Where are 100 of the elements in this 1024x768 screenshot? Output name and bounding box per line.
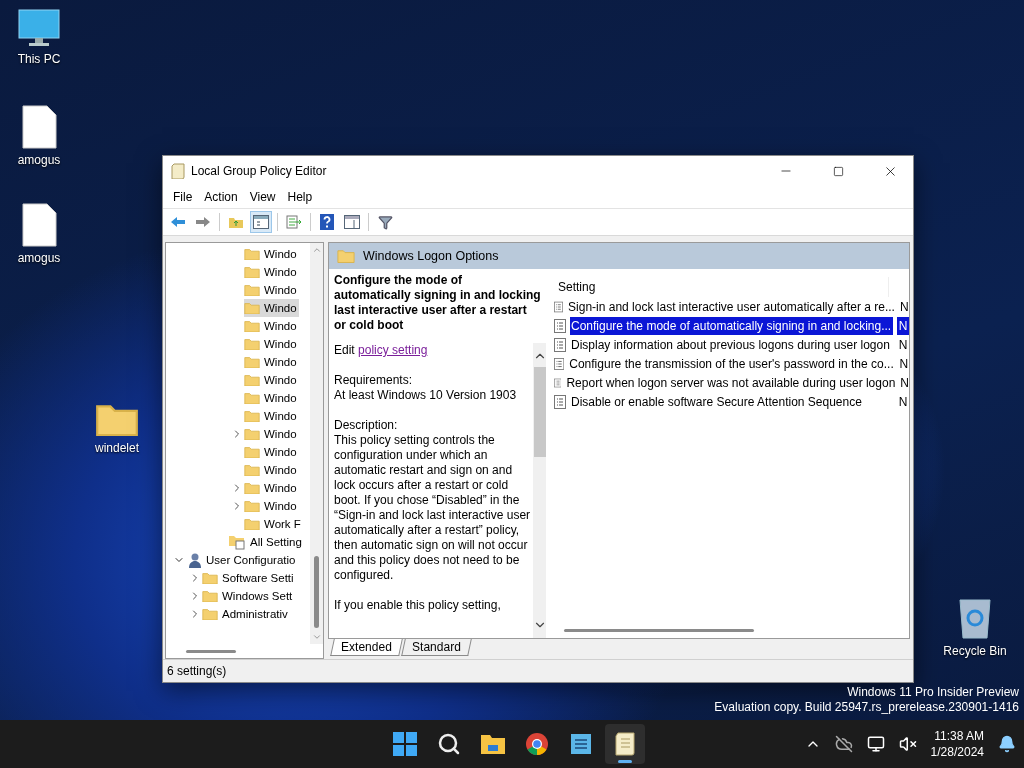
desktop-icon-label: amogus [17, 251, 61, 265]
menu-item[interactable]: File [167, 188, 199, 206]
tree-item[interactable]: Windo [244, 443, 299, 461]
folder-icon [244, 283, 260, 297]
tree-item[interactable]: Windo [244, 497, 299, 515]
edit-policy-text: Edit policy setting [334, 343, 429, 358]
recycle-bin-icon [957, 596, 993, 640]
setting-state: N [898, 355, 909, 373]
tree-item[interactable]: All Setting [228, 533, 304, 551]
setting-name[interactable]: Configure the transmission of the user's password in the co... [568, 354, 895, 373]
network-icon[interactable] [866, 735, 885, 753]
folder-icon [244, 481, 260, 495]
description-text: This policy setting controls the configuration under which an automatic restart and sign on and lock occurs after a restart or cold boot. If you chose “Disabled” in the “Sign-in and lock last interactive user automatically after a restart” policy, then automatic sign on will not occur and this policy does not need to be configured. [334, 433, 532, 583]
menu-item[interactable]: Help [281, 188, 319, 206]
tree-item[interactable]: Windo [244, 353, 299, 371]
folder-icon [202, 607, 218, 621]
scroll-document-icon[interactable] [614, 732, 636, 756]
back-arrow-icon [170, 216, 186, 228]
view-tab[interactable]: Extended [330, 639, 403, 656]
folder-icon [244, 301, 260, 315]
setting-name[interactable]: Sign-in and lock last interactive user automatically after a re... [567, 297, 896, 316]
folder-icon [244, 391, 260, 405]
setting-name[interactable]: Report when logon server was not available during user logon [565, 373, 897, 392]
tree-item[interactable]: Windo [244, 263, 299, 281]
desktop-icon-label: amogus [17, 153, 61, 167]
folder-up-icon [228, 215, 244, 229]
tree-item[interactable]: Windo [244, 425, 299, 443]
help-icon [320, 214, 334, 230]
tree-item[interactable]: Windo [244, 245, 299, 263]
vertical-scrollbar[interactable] [310, 243, 323, 644]
setting-state: N [897, 336, 909, 354]
desktop-icon-label: This PC [17, 52, 61, 66]
tree-item[interactable]: Software Setti [202, 569, 296, 587]
setting-state: N [897, 316, 909, 335]
maximize-icon [832, 165, 844, 177]
folder-icon [244, 463, 260, 477]
tree-item[interactable]: Windo [244, 281, 299, 299]
menu-item[interactable]: Action [198, 188, 244, 206]
folder-icon [244, 265, 260, 279]
folder-icon [244, 337, 260, 351]
description-text: If you enable this policy setting, [334, 598, 502, 613]
folder-icon [244, 373, 260, 387]
tree-item[interactable]: Windo [244, 299, 299, 317]
setting-state: N [899, 298, 909, 316]
scroll-document-icon [171, 163, 185, 179]
tree-item[interactable]: Windo [244, 317, 299, 335]
volume-muted-icon[interactable] [898, 735, 917, 753]
browser-icon[interactable] [525, 732, 549, 756]
export-list-icon [286, 215, 302, 229]
search-icon[interactable] [437, 732, 461, 756]
action-pane-icon [344, 215, 360, 229]
tree-item[interactable]: User Configuratio [186, 551, 298, 569]
document-list-icon [554, 337, 566, 352]
tree-item[interactable]: Windo [244, 335, 299, 353]
tree-item[interactable]: Windo [244, 371, 299, 389]
tree-item[interactable]: Administrativ [202, 605, 290, 623]
folder-icon [244, 247, 260, 261]
folder-icon [244, 355, 260, 369]
vertical-scrollbar[interactable] [533, 343, 546, 638]
clock[interactable]: 11:38 AM 1/28/2024 [930, 728, 984, 760]
setting-name[interactable]: Configure the mode of automatically signing in and locking... [570, 316, 893, 335]
window-title: Local Group Policy Editor [191, 164, 328, 178]
folder-icon [95, 402, 139, 438]
tree-item[interactable]: Windows Sett [202, 587, 295, 605]
requirements-label: Requirements: [334, 373, 414, 388]
status-text: 6 setting(s) [167, 664, 227, 678]
cloud-off-icon[interactable] [834, 735, 853, 753]
horizontal-scrollbar[interactable] [564, 629, 754, 632]
tree-item[interactable]: Windo [244, 479, 299, 497]
policy-setting-link[interactable]: policy setting [358, 343, 428, 357]
windows-start-icon[interactable] [393, 732, 417, 756]
tree-item[interactable]: Windo [244, 461, 299, 479]
notification-bell-icon[interactable] [998, 735, 1016, 753]
folder-icon [244, 319, 260, 333]
desktop-icon-label: windelet [95, 441, 139, 456]
notepad-icon[interactable] [571, 732, 591, 756]
folder-icon [202, 571, 218, 585]
document-list-icon [554, 375, 562, 390]
view-tab[interactable]: Standard [400, 639, 472, 656]
tree-item[interactable]: Windo [244, 389, 299, 407]
toolbar-button[interactable] [250, 211, 272, 233]
setting-name[interactable]: Disable or enable software Secure Attention Sequence [570, 392, 893, 411]
menu-item[interactable]: View [243, 188, 282, 206]
blank-file-icon [21, 203, 57, 247]
forward-arrow-icon [195, 216, 211, 228]
folder-icon [202, 589, 218, 603]
setting-name[interactable]: Display information about previous logons during user logon [570, 335, 893, 354]
setting-state: N [900, 374, 909, 392]
build-info-text: Evaluation copy. Build 25947.rs_prerelease.230901-1416 [714, 700, 1019, 715]
filter-icon [377, 214, 393, 230]
document-list-icon [554, 356, 565, 371]
monitor-icon [17, 8, 61, 48]
tree-item[interactable]: Windo [244, 407, 299, 425]
column-header: Setting [550, 277, 889, 297]
folder-icon[interactable] [480, 733, 506, 755]
tree-item[interactable]: Work F [244, 515, 303, 533]
desktop-icon-label: Recycle Bin [943, 644, 1007, 658]
document-list-icon [554, 394, 566, 409]
horizontal-scrollbar[interactable] [186, 649, 236, 653]
document-list-icon [554, 299, 564, 314]
